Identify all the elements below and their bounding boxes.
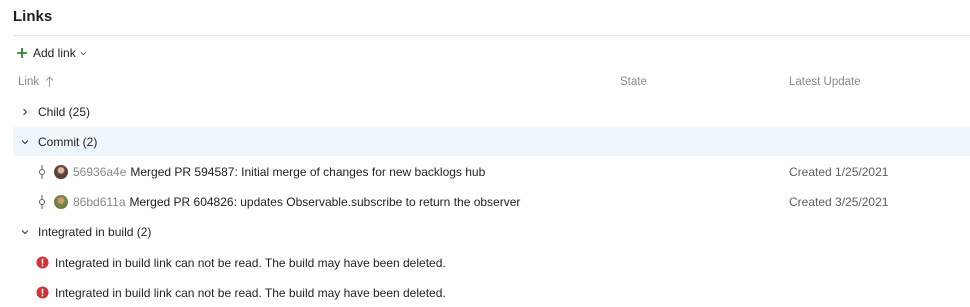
column-header-link-label: Link bbox=[18, 76, 40, 88]
column-header-state[interactable]: State bbox=[620, 76, 647, 88]
latest-update: Created 1/25/2021 bbox=[789, 164, 889, 179]
add-link-button[interactable]: Add link bbox=[16, 45, 87, 61]
commit-hash-link[interactable]: 86bd611a bbox=[73, 195, 126, 209]
group-label-child: Child (25) bbox=[38, 104, 91, 119]
chevron-down-icon[interactable] bbox=[21, 138, 29, 146]
commit-row[interactable]: 56936a4e Merged PR 594587: Initial merge… bbox=[13, 157, 970, 186]
group-row-child[interactable]: Child (25) bbox=[13, 97, 970, 126]
build-error-row: Integrated in build link can not be read… bbox=[13, 248, 970, 277]
chevron-right-icon[interactable] bbox=[21, 108, 29, 116]
group-label-commit: Commit (2) bbox=[38, 134, 98, 149]
column-header-link[interactable]: Link bbox=[18, 76, 54, 88]
column-header-latest-update[interactable]: Latest Update bbox=[789, 76, 861, 88]
add-link-label: Add link bbox=[33, 46, 76, 60]
build-error-row: Integrated in build link can not be read… bbox=[13, 278, 970, 307]
build-error-message: Integrated in build link can not be read… bbox=[55, 285, 446, 300]
avatar bbox=[54, 194, 68, 209]
commit-message-link[interactable]: Merged PR 604826: updates Observable.sub… bbox=[130, 195, 521, 209]
chevron-down-icon bbox=[80, 51, 87, 55]
sort-up-arrow-icon bbox=[45, 76, 54, 87]
error-icon bbox=[36, 286, 49, 299]
commit-message-link[interactable]: Merged PR 594587: Initial merge of chang… bbox=[130, 165, 485, 179]
chevron-down-icon[interactable] bbox=[21, 228, 29, 236]
commit-hash-link[interactable]: 56936a4e bbox=[73, 165, 126, 179]
plus-icon bbox=[17, 48, 27, 58]
title-divider bbox=[13, 35, 970, 36]
error-icon bbox=[36, 256, 49, 269]
commit-icon bbox=[39, 194, 45, 209]
latest-update: Created 3/25/2021 bbox=[789, 194, 889, 209]
group-row-integrated-in-build[interactable]: Integrated in build (2) bbox=[13, 217, 970, 246]
column-header-state-label: State bbox=[620, 76, 647, 88]
commit-row[interactable]: 86bd611a Merged PR 604826: updates Obser… bbox=[13, 187, 970, 216]
group-label-integrated-in-build: Integrated in build (2) bbox=[38, 224, 152, 239]
group-row-commit[interactable]: Commit (2) bbox=[13, 127, 970, 156]
links-title: Links bbox=[13, 8, 53, 25]
avatar bbox=[54, 164, 68, 179]
build-error-message: Integrated in build link can not be read… bbox=[55, 255, 446, 270]
commit-icon bbox=[39, 164, 45, 179]
column-header-latest-update-label: Latest Update bbox=[789, 76, 861, 88]
